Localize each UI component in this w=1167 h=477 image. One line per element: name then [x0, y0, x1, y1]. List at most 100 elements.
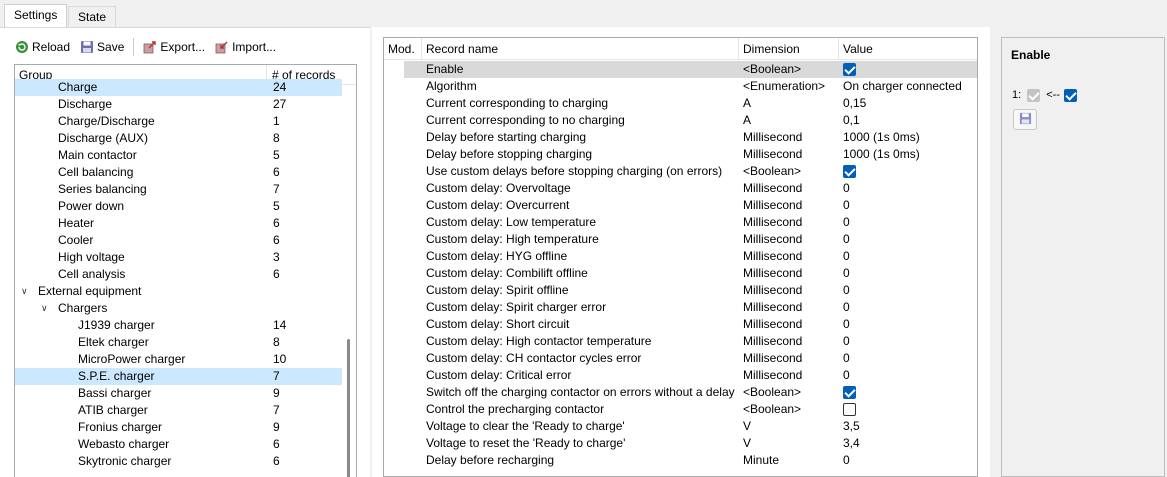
- tree-item[interactable]: Webasto charger 6: [15, 436, 342, 453]
- records-grid[interactable]: Mod. Record name Dimension Value Enable <…: [383, 37, 978, 477]
- tree-item[interactable]: Series balancing 7: [15, 181, 342, 198]
- record-row[interactable]: Use custom delays before stopping chargi…: [384, 163, 977, 180]
- tree-item[interactable]: ATIB charger 7: [15, 402, 342, 419]
- record-value-cell[interactable]: 0: [843, 333, 850, 350]
- tree-item[interactable]: ∨ External equipment: [15, 283, 342, 300]
- record-name-cell: Custom delay: HYG offline: [426, 249, 568, 263]
- tree-item[interactable]: S.P.E. charger 7: [15, 368, 342, 385]
- record-value-cell[interactable]: 0: [843, 265, 850, 282]
- record-row[interactable]: Current corresponding to no charging A 0,1: [384, 112, 977, 129]
- record-value-cell[interactable]: 0: [843, 214, 850, 231]
- record-row[interactable]: Delay before stopping charging Millisecon…: [384, 146, 977, 163]
- record-value-checkbox[interactable]: [843, 386, 856, 399]
- record-row[interactable]: Control the precharging contactor <Boolea…: [384, 401, 977, 418]
- scrollbar-thumb[interactable]: [347, 339, 350, 477]
- column-mod[interactable]: Mod.: [384, 38, 422, 60]
- record-value-cell[interactable]: 0: [843, 282, 850, 299]
- record-name-cell: Custom delay: Short circuit: [426, 317, 570, 331]
- tree-item-label: Charge: [58, 80, 98, 94]
- tree-item-count: 6: [273, 216, 280, 230]
- record-value-cell[interactable]: 3,4: [843, 435, 860, 452]
- tree-item[interactable]: J1939 charger 14: [15, 317, 342, 334]
- record-value-cell[interactable]: 0: [843, 316, 850, 333]
- reload-button[interactable]: Reload: [10, 36, 75, 58]
- record-row[interactable]: Custom delay: Overcurrent Millisecond 0: [384, 197, 977, 214]
- tree-item[interactable]: Cell balancing 6: [15, 164, 342, 181]
- export-button[interactable]: Export...: [138, 36, 210, 58]
- expand-chevron-icon[interactable]: ∨: [41, 300, 48, 317]
- record-row[interactable]: Enable <Boolean>: [384, 61, 977, 78]
- record-row[interactable]: Algorithm <Enumeration> On charger connect…: [384, 78, 977, 95]
- tree-item[interactable]: Charge/Discharge 1: [15, 113, 342, 130]
- tree-item-label: Eltek charger: [78, 335, 149, 349]
- tree-item[interactable]: Heater 6: [15, 215, 342, 232]
- record-value-cell[interactable]: 0: [843, 299, 850, 316]
- new-value-checkbox[interactable]: [1063, 88, 1077, 102]
- record-value-cell[interactable]: 0: [843, 248, 850, 265]
- tree-item[interactable]: Fronius charger 9: [15, 419, 342, 436]
- tab-state[interactable]: State: [68, 6, 117, 27]
- record-row[interactable]: Voltage to clear the 'Ready to charge' V 3…: [384, 418, 977, 435]
- record-value-cell[interactable]: 0: [843, 452, 850, 469]
- import-label: Import...: [232, 40, 277, 54]
- record-row[interactable]: Delay before recharging Minute 0: [384, 452, 977, 469]
- record-row[interactable]: Custom delay: Spirit charger error Millis…: [384, 299, 977, 316]
- column-value[interactable]: Value: [839, 38, 977, 60]
- tree-item[interactable]: Bassi charger 9: [15, 385, 342, 402]
- record-row[interactable]: Custom delay: High contactor temperature…: [384, 333, 977, 350]
- record-value-cell[interactable]: 0,1: [843, 112, 860, 129]
- tree-item[interactable]: High voltage 3: [15, 249, 342, 266]
- record-row[interactable]: Custom delay: Short circuit Millisecond 0: [384, 316, 977, 333]
- record-value-checkbox[interactable]: [843, 63, 856, 76]
- record-value-cell[interactable]: 3,5: [843, 418, 860, 435]
- record-row[interactable]: Custom delay: Spirit offline Millisecond 0: [384, 282, 977, 299]
- record-value-cell[interactable]: 0: [843, 231, 850, 248]
- record-value-cell[interactable]: On charger connected: [843, 78, 962, 95]
- tree-item[interactable]: Cooler 6: [15, 232, 342, 249]
- tab-settings[interactable]: Settings: [4, 4, 68, 28]
- record-dimension-cell: Millisecond: [743, 351, 803, 365]
- record-value-cell[interactable]: 0: [843, 367, 850, 384]
- record-value-cell[interactable]: 0: [843, 197, 850, 214]
- tree-item[interactable]: Main contactor 5: [15, 147, 342, 164]
- tree-item[interactable]: MicroPower charger 10: [15, 351, 342, 368]
- import-button[interactable]: Import...: [210, 36, 281, 58]
- group-tree[interactable]: Group # of records Charge 24 Discharge 27 Ch…: [14, 64, 357, 477]
- record-value-checkbox[interactable]: [843, 165, 856, 178]
- record-row[interactable]: Switch off the charging contactor on err…: [384, 384, 977, 401]
- record-row[interactable]: Custom delay: Critical error Millisecond 0: [384, 367, 977, 384]
- record-row[interactable]: Custom delay: CH contactor cycles error M…: [384, 350, 977, 367]
- record-row[interactable]: Custom delay: HYG offline Millisecond 0: [384, 248, 977, 265]
- record-value-checkbox[interactable]: [843, 403, 856, 416]
- record-row[interactable]: Custom delay: High temperature Millisecon…: [384, 231, 977, 248]
- record-detail-panel: Enable 1: <--: [1001, 37, 1165, 477]
- record-value-cell[interactable]: 0: [843, 180, 850, 197]
- detail-save-button[interactable]: [1013, 109, 1037, 130]
- tree-item[interactable]: ∨ Chargers: [15, 300, 342, 317]
- tree-item[interactable]: Power down 5: [15, 198, 342, 215]
- column-record-name[interactable]: Record name: [422, 38, 739, 60]
- arrow-label: <--: [1046, 89, 1060, 101]
- record-row[interactable]: Delay before starting charging Millisecon…: [384, 129, 977, 146]
- record-row[interactable]: Custom delay: Low temperature Millisecond…: [384, 214, 977, 231]
- tree-item[interactable]: Cell analysis 6: [15, 266, 342, 283]
- record-value-cell[interactable]: 0: [843, 350, 850, 367]
- tree-item[interactable]: Charge 24: [15, 79, 342, 96]
- save-button[interactable]: Save: [75, 36, 129, 58]
- tree-item-count: 6: [273, 437, 280, 451]
- record-value-cell[interactable]: 1000 (1s 0ms): [843, 146, 920, 163]
- record-value-cell[interactable]: 0,15: [843, 95, 866, 112]
- record-row[interactable]: Current corresponding to charging A 0,15: [384, 95, 977, 112]
- expand-chevron-icon[interactable]: ∨: [21, 283, 28, 300]
- record-row[interactable]: Custom delay: Combilift offline Milliseco…: [384, 265, 977, 282]
- record-row[interactable]: Voltage to reset the 'Ready to charge' V 3…: [384, 435, 977, 452]
- tree-item[interactable]: Discharge 27: [15, 96, 342, 113]
- tree-item[interactable]: Discharge (AUX) 8: [15, 130, 342, 147]
- tree-item[interactable]: Eltek charger 8: [15, 334, 342, 351]
- record-dimension-cell: Millisecond: [743, 300, 803, 314]
- record-row[interactable]: Custom delay: Overvoltage Millisecond 0: [384, 180, 977, 197]
- tree-scrollbar[interactable]: [342, 85, 356, 477]
- tree-item[interactable]: Skytronic charger 6: [15, 453, 342, 470]
- record-value-cell[interactable]: 1000 (1s 0ms): [843, 129, 920, 146]
- column-dimension[interactable]: Dimension: [739, 38, 839, 60]
